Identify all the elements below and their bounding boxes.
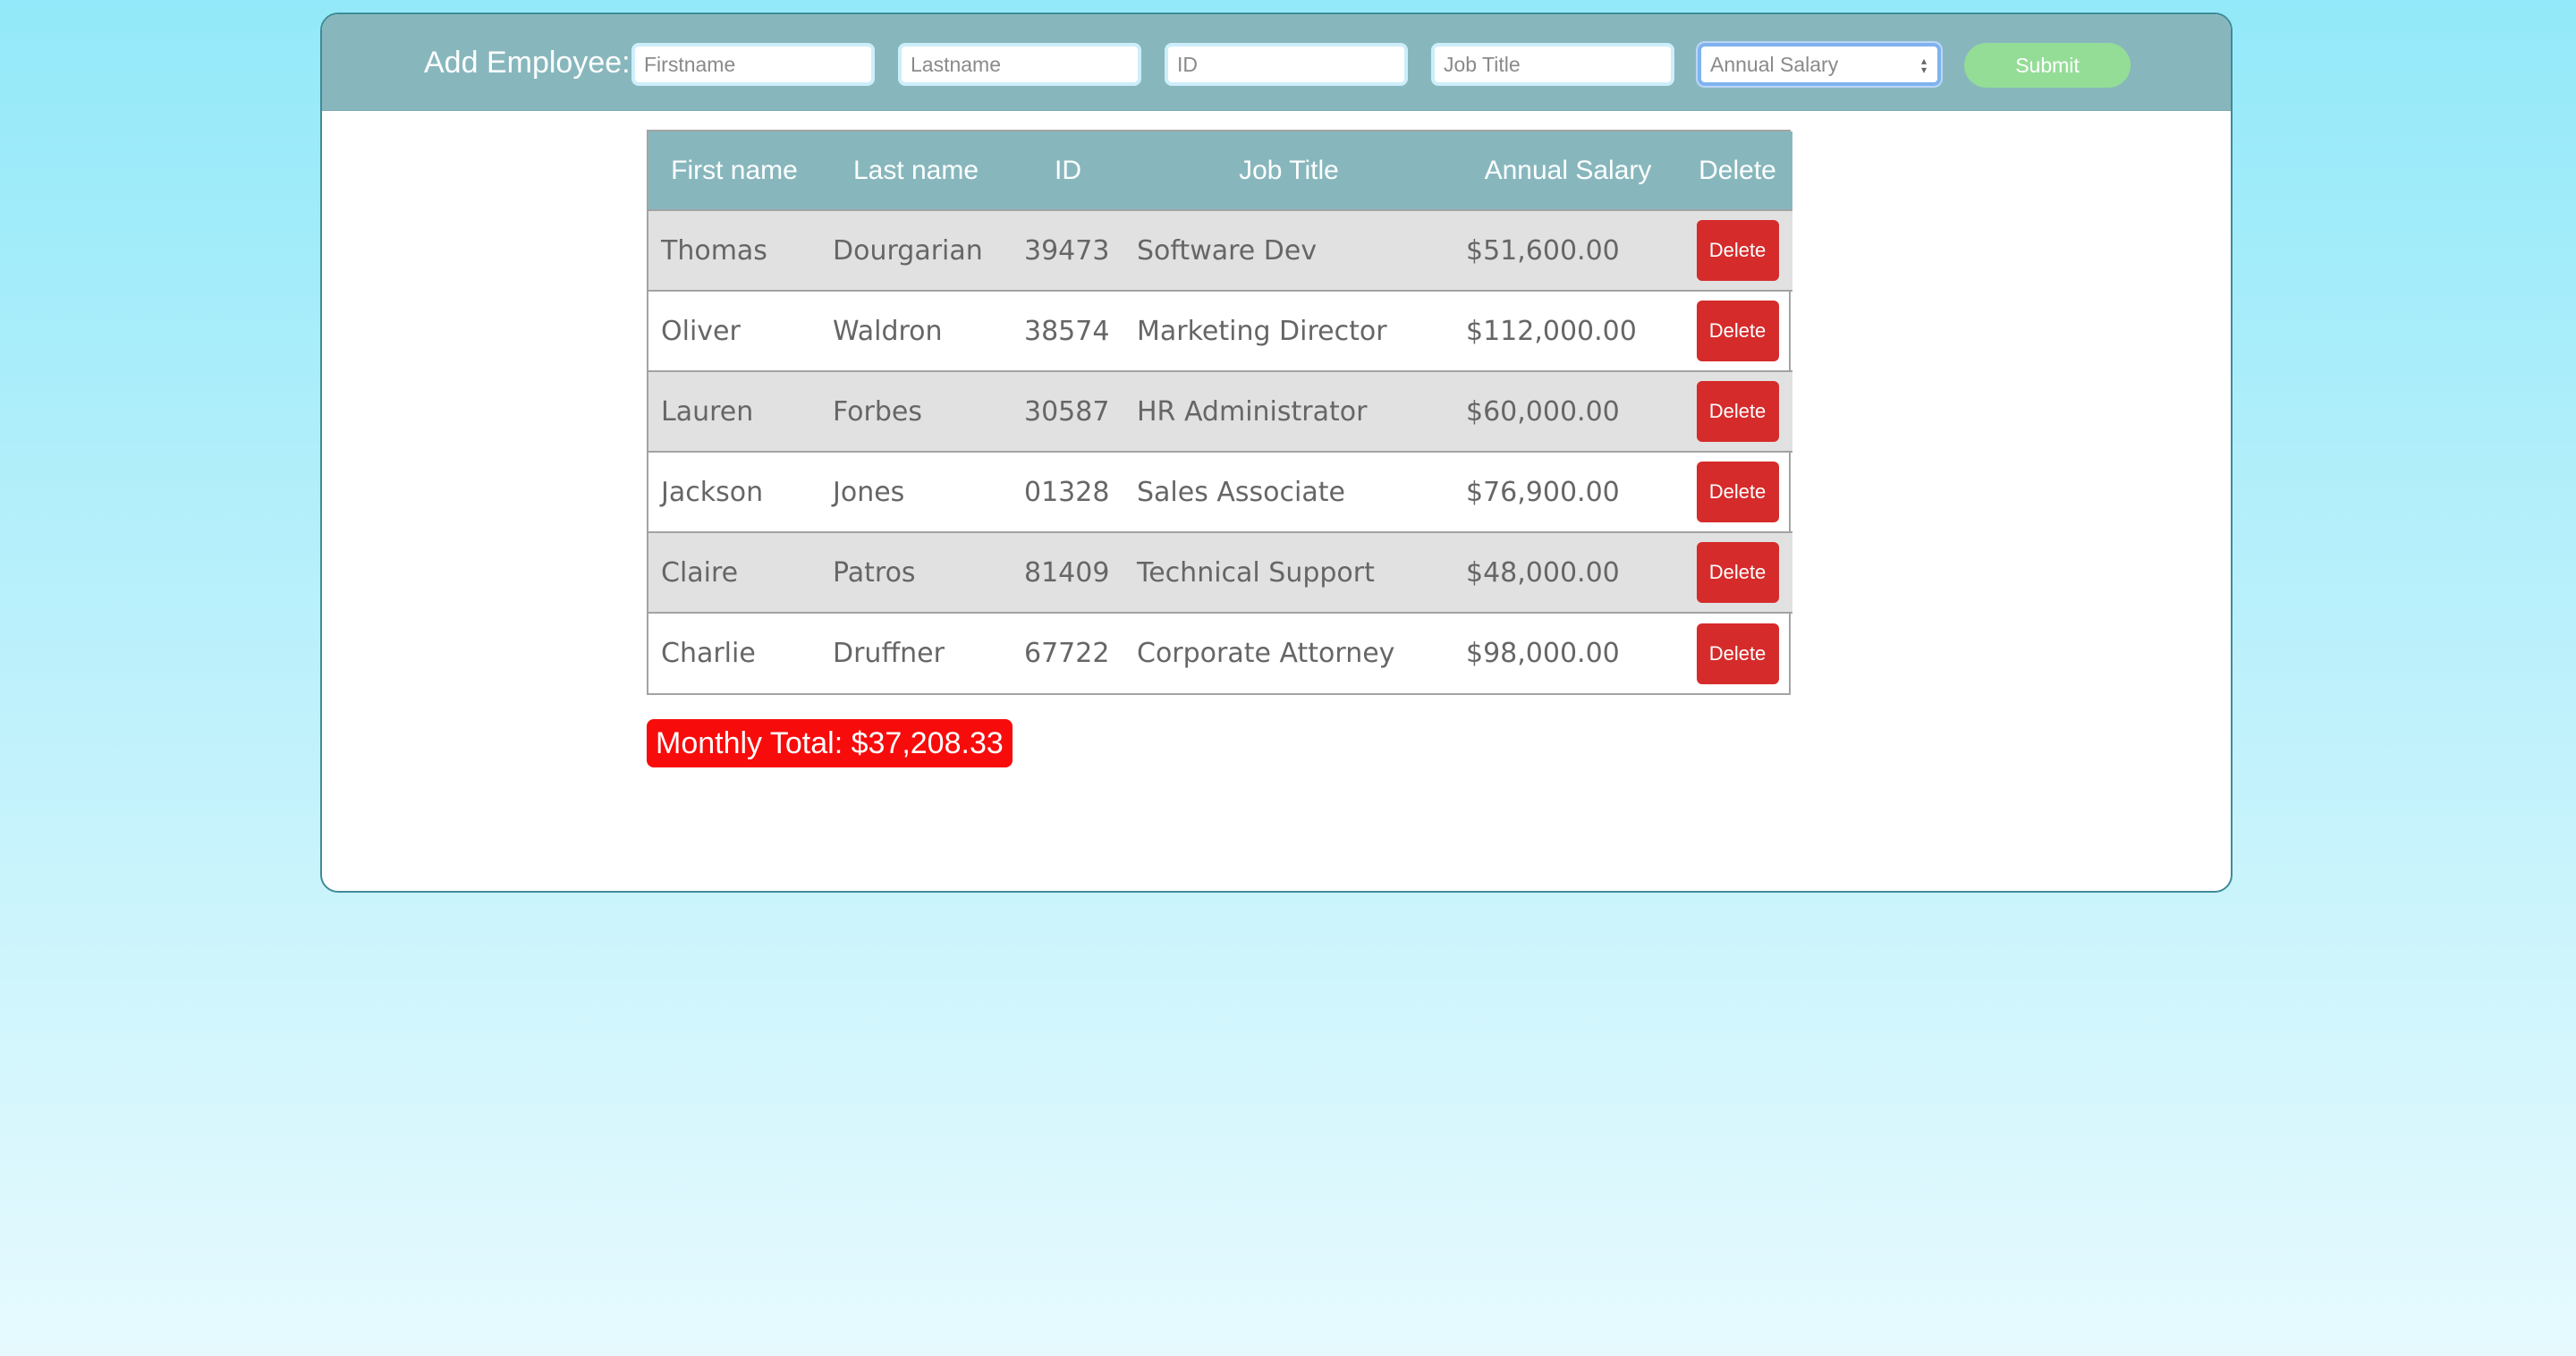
lastname-input[interactable] [898, 43, 1141, 86]
header-delete: Delete [1699, 155, 1776, 185]
table-row: Thomas Dourgarian 39473 Software Dev $51… [648, 210, 1792, 291]
cell-first-name: Oliver [661, 315, 741, 347]
cell-job-title: Technical Support [1137, 556, 1375, 589]
id-input[interactable] [1165, 43, 1408, 86]
delete-button[interactable]: Delete [1696, 623, 1779, 684]
cell-delete: Delete [1682, 371, 1792, 452]
header-first-name[interactable]: First name [648, 131, 820, 210]
table-row: Lauren Forbes 30587 HR Administrator $60… [648, 371, 1792, 452]
cell-job-title: Software Dev [1137, 234, 1318, 267]
cell-annual-salary: $98,000.00 [1466, 638, 1620, 669]
cell-id: 39473 [1024, 234, 1110, 267]
monthly-total-badge: Monthly Total: $37,208.33 [647, 719, 1013, 767]
cell-id: 01328 [1024, 476, 1110, 508]
cell-first-name: Charlie [661, 638, 756, 669]
cell-last-name: Patros [833, 556, 916, 589]
job-title-input[interactable] [1431, 43, 1674, 86]
delete-button[interactable]: Delete [1696, 542, 1779, 603]
cell-job-title: Sales Associate [1137, 476, 1345, 508]
cell-first-name: Thomas [661, 234, 767, 267]
table-header-row: First name Last name ID Job Title Annual… [648, 131, 1792, 210]
cell-id: 30587 [1024, 395, 1110, 428]
cell-annual-salary: $76,900.00 [1466, 476, 1620, 508]
cell-id: 81409 [1024, 556, 1110, 589]
cell-first-name: Lauren [661, 395, 754, 428]
firstname-input[interactable] [631, 43, 875, 86]
cell-first-name: Jackson [661, 476, 764, 508]
header-annual-salary[interactable]: Annual Salary [1453, 131, 1682, 210]
cell-last-name: Dourgarian [833, 234, 983, 267]
delete-button[interactable]: Delete [1696, 462, 1779, 522]
cell-last-name: Forbes [833, 395, 923, 428]
delete-button[interactable]: Delete [1696, 301, 1779, 361]
add-employee-label: Add Employee: [424, 46, 631, 80]
table-row: Oliver Waldron 38574 Marketing Director … [648, 291, 1792, 371]
delete-button[interactable]: Delete [1696, 220, 1779, 281]
cell-last-name: Druffner [833, 638, 945, 669]
cell-annual-salary: $112,000.00 [1466, 315, 1637, 347]
annual-salary-input[interactable] [1698, 43, 1941, 86]
employee-card: Add Employee: ▴▾ Submit First name Last … [320, 13, 2233, 893]
header-id[interactable]: ID [1012, 131, 1124, 210]
cell-annual-salary: $48,000.00 [1466, 556, 1620, 589]
cell-annual-salary: $60,000.00 [1466, 395, 1620, 428]
cell-first-name: Claire [661, 556, 739, 589]
header-job-title[interactable]: Job Title [1124, 131, 1453, 210]
add-employee-form: Add Employee: ▴▾ Submit [322, 14, 2231, 111]
cell-last-name: Waldron [833, 315, 943, 347]
cell-delete: Delete [1682, 613, 1792, 693]
cell-id: 38574 [1024, 315, 1110, 347]
cell-id: 67722 [1024, 638, 1110, 669]
table-row: Claire Patros 81409 Technical Support $4… [648, 532, 1792, 613]
cell-annual-salary: $51,600.00 [1466, 234, 1620, 267]
cell-delete: Delete [1682, 452, 1792, 532]
submit-button[interactable]: Submit [1964, 43, 2131, 88]
header-last-name[interactable]: Last name [820, 131, 1012, 210]
cell-delete: Delete [1682, 532, 1792, 613]
table-row: Charlie Druffner 67722 Corporate Attorne… [648, 613, 1792, 693]
employee-table: First name Last name ID Job Title Annual… [647, 130, 1792, 695]
delete-button[interactable]: Delete [1696, 381, 1779, 442]
cell-job-title: HR Administrator [1137, 395, 1368, 428]
table-row: Jackson Jones 01328 Sales Associate $76,… [648, 452, 1792, 532]
cell-job-title: Marketing Director [1137, 315, 1387, 347]
cell-last-name: Jones [833, 476, 905, 508]
cell-job-title: Corporate Attorney [1137, 638, 1395, 669]
cell-delete: Delete [1682, 210, 1792, 291]
cell-delete: Delete [1682, 291, 1792, 371]
